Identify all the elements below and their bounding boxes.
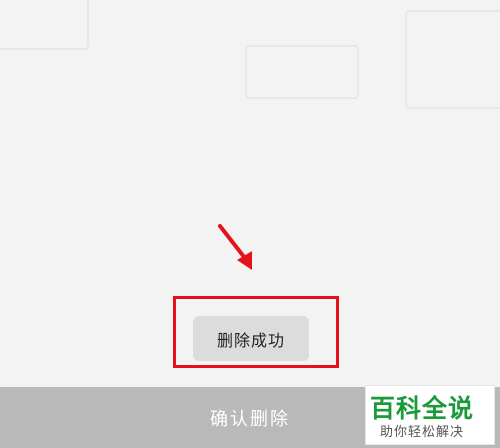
background-card (405, 10, 500, 109)
toast-message: 删除成功 (193, 316, 309, 361)
confirm-delete-button[interactable]: 确认删除 (150, 387, 350, 448)
watermark-logo: 百科全说 助你轻松解决 (365, 385, 495, 445)
watermark-subtitle: 助你轻松解决 (380, 425, 465, 440)
background-card (245, 45, 359, 99)
background-content (0, 0, 500, 130)
background-card (0, 0, 89, 50)
watermark-title: 百科全说 (370, 394, 475, 423)
red-arrow-icon (218, 224, 252, 270)
